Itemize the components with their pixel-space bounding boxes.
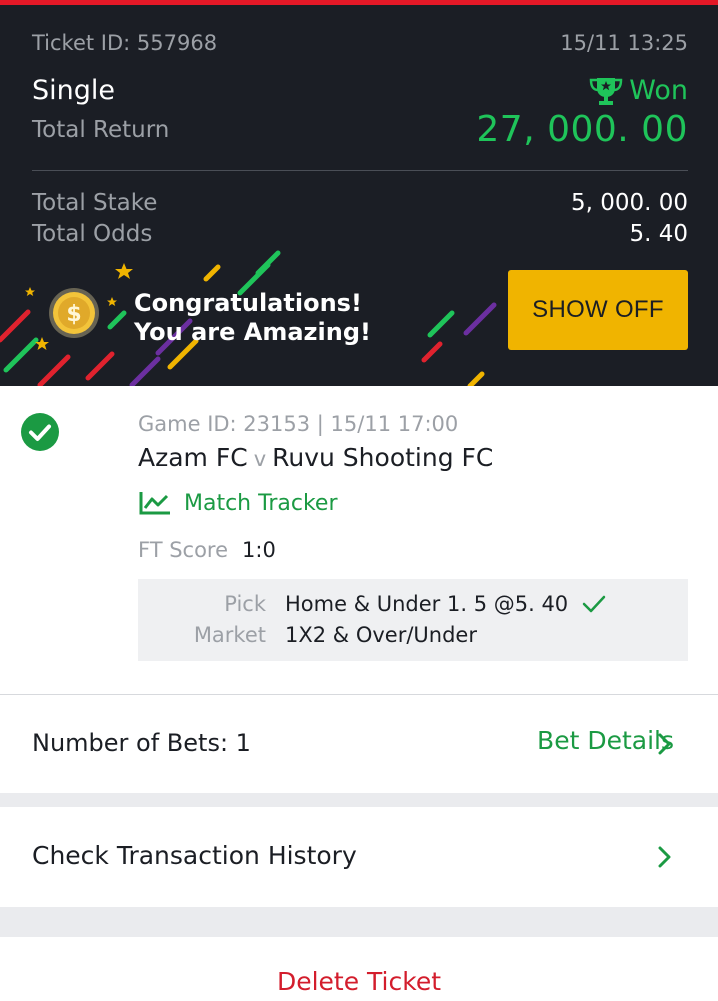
header-divider <box>32 170 688 171</box>
section-gap <box>0 907 718 937</box>
game-card: Game ID: 23153 | 15/11 17:00 Azam FC v Ruv… <box>0 386 718 694</box>
congrats-line-1: Congratulations! <box>134 289 362 317</box>
chevron-right-icon[interactable] <box>657 846 671 868</box>
number-of-bets-row: Number of Bets: 1 Bet Details <box>0 695 718 793</box>
svg-text:$: $ <box>66 302 81 327</box>
total-stake-value: 5, 000. 00 <box>570 190 688 216</box>
market-label: Market <box>193 623 266 647</box>
show-off-button[interactable]: SHOW OFF <box>508 270 688 350</box>
dollar-coin-icon: $ <box>49 288 99 338</box>
ft-score-value: 1:0 <box>242 538 276 562</box>
match-tracker-link[interactable]: Match Tracker <box>138 490 337 516</box>
number-of-bets-label: Number of Bets: 1 <box>32 729 251 757</box>
pick-details-box: Pick Home & Under 1. 5 @5. 40 Market 1X2… <box>138 579 688 661</box>
total-return-value: 27, 000. 00 <box>476 109 688 150</box>
total-stake-label: Total Stake <box>32 190 158 216</box>
bet-type: Single <box>32 75 116 106</box>
ticket-status: Won <box>589 75 688 106</box>
line-chart-icon <box>139 492 170 515</box>
ticket-id: Ticket ID: 557968 <box>32 31 218 55</box>
delete-ticket-row: Delete Ticket <box>0 937 718 1001</box>
ticket-summary-header: Ticket ID: 557968 15/11 13:25 Single Won… <box>0 5 718 386</box>
total-return-label: Total Return <box>32 117 170 143</box>
market-value: 1X2 & Over/Under <box>285 623 477 647</box>
pick-value-row: Home & Under 1. 5 @5. 40 <box>285 592 606 616</box>
away-team: Ruvu Shooting FC <box>272 443 494 472</box>
delete-ticket-button[interactable]: Delete Ticket <box>0 967 718 996</box>
trophy-icon <box>589 77 623 105</box>
match-tracker-label: Match Tracker <box>184 490 338 516</box>
versus-label: v <box>253 447 267 471</box>
game-meta: Game ID: 23153 | 15/11 17:00 <box>138 412 459 436</box>
status-label: Won <box>629 75 688 106</box>
ft-score-row: FT Score 1:0 <box>138 538 276 562</box>
bet-details-link[interactable]: Bet Details <box>537 726 674 755</box>
transaction-history-label: Check Transaction History <box>32 841 357 870</box>
congrats-message: Congratulations! You are Amazing! <box>134 289 371 347</box>
check-circle-icon <box>21 413 59 451</box>
pick-value: Home & Under 1. 5 @5. 40 <box>285 592 569 616</box>
section-gap <box>0 793 718 807</box>
total-odds-value: 5. 40 <box>629 221 688 247</box>
match-teams: Azam FC v Ruvu Shooting FC <box>138 443 493 472</box>
chevron-right-icon[interactable] <box>657 733 671 755</box>
transaction-history-row[interactable]: Check Transaction History <box>0 807 718 907</box>
ft-score-label: FT Score <box>138 538 229 562</box>
pick-label: Pick <box>224 592 266 616</box>
ticket-date: 15/11 13:25 <box>560 31 688 55</box>
total-odds-label: Total Odds <box>32 221 153 247</box>
congrats-line-2: You are Amazing! <box>134 318 371 346</box>
checkmark-icon <box>582 595 606 613</box>
home-team: Azam FC <box>138 443 248 472</box>
